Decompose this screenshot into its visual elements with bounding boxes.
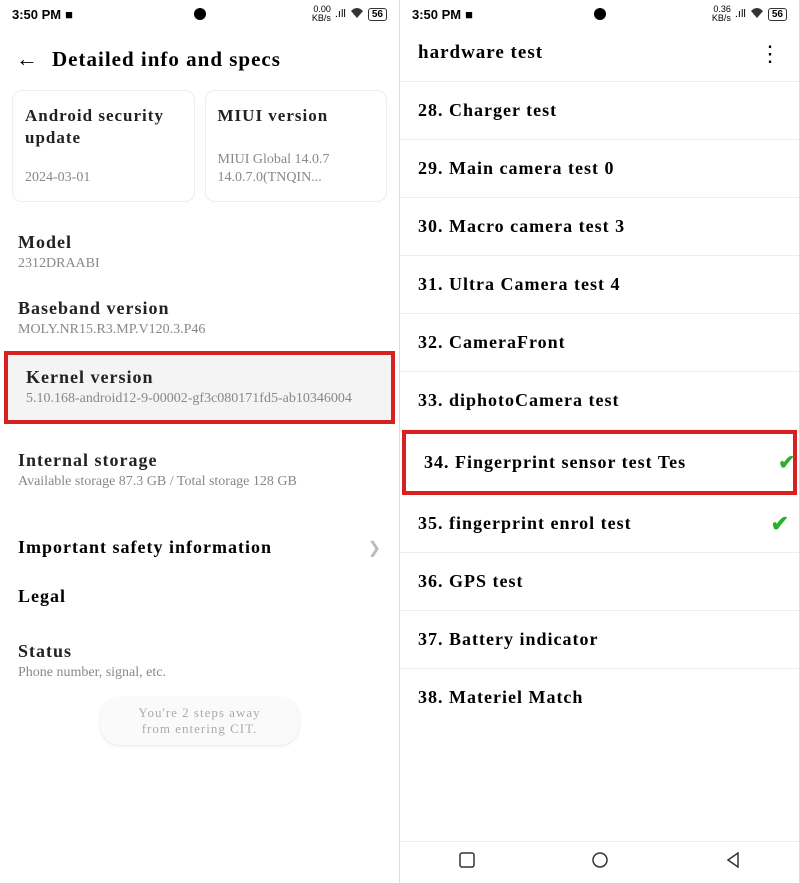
more-icon[interactable]: ⋮ [759,48,781,59]
status-right: 0.00 KB/s .ıll 56 [312,5,387,23]
android-nav-bar [400,841,799,883]
hw-title: hardware test [418,42,543,64]
nav-status[interactable]: Status Phone number, signal, etc. [0,631,399,694]
page-title: Detailed info and specs [52,47,281,72]
back-arrow-icon[interactable]: ← [16,46,38,72]
info-title: Baseband version [18,298,381,319]
hw-item-label: 28. Charger test [418,100,557,121]
status-right: 0.36 KB/s .ıll 56 [712,5,787,23]
hw-item-camera-front[interactable]: 32. CameraFront [400,314,799,372]
hw-item-battery[interactable]: 37. Battery indicator [400,611,799,669]
wifi-icon [350,7,364,22]
hw-item-fingerprint-enrol[interactable]: 35. fingerprint enrol test ✔ [400,495,799,553]
hw-item-label: 31. Ultra Camera test 4 [418,274,620,295]
card-value: 2024-03-01 [25,169,182,187]
hw-item-fingerprint-sensor[interactable]: 34. Fingerprint sensor test Tes ✔ [402,430,797,495]
camera-indicator-icon: ■ [65,7,73,22]
status-left: 3:50 PM ■ [412,7,473,22]
nav-legal[interactable]: Legal [0,576,399,631]
nav-title: Legal [18,586,66,607]
hw-item-macro-camera[interactable]: 30. Macro camera test 3 [400,198,799,256]
info-storage[interactable]: Internal storage Available storage 87.3 … [0,438,399,503]
hw-list: 28. Charger test 29. Main camera test 0 … [400,74,799,726]
hw-header: hardware test ⋮ [400,28,799,74]
card-row: Android security update 2024-03-01 MIUI … [0,82,399,210]
page-header: ← Detailed info and specs [0,28,399,82]
check-icon: ✔ [771,511,789,537]
info-value: Phone number, signal, etc. [18,664,381,682]
card-value: MIUI Global 14.0.7 14.0.7.0(TNQIN... [218,151,375,187]
info-value: Available storage 87.3 GB / Total storag… [18,473,381,491]
hw-item-label: 32. CameraFront [418,332,566,353]
hw-item-label: 34. Fingerprint sensor test Tes [424,452,686,473]
status-time: 3:50 PM [12,7,61,22]
hw-item-label: 29. Main camera test 0 [418,158,614,179]
hw-item-diphoto-camera[interactable]: 33. diphotoCamera test [400,372,799,430]
info-baseband[interactable]: Baseband version MOLY.NR15.R3.MP.V120.3.… [0,286,399,351]
back-button[interactable] [726,852,740,873]
hw-item-label: 33. diphotoCamera test [418,390,619,411]
info-kernel[interactable]: Kernel version 5.10.168-android12-9-0000… [4,351,395,424]
data-speed: 0.00 KB/s [312,5,331,23]
card-security-update[interactable]: Android security update 2024-03-01 [12,90,195,202]
hw-item-label: 37. Battery indicator [418,629,598,650]
card-title: MIUI version [218,105,375,127]
battery-indicator: 56 [768,8,787,21]
camera-notch [594,8,606,20]
camera-notch [194,8,206,20]
camera-indicator-icon: ■ [465,7,473,22]
nav-safety[interactable]: Important safety information ❯ [0,519,399,576]
card-title: Android security update [25,105,182,149]
recent-apps-button[interactable] [459,852,475,873]
chevron-right-icon: ❯ [368,538,381,558]
hw-item-gps[interactable]: 36. GPS test [400,553,799,611]
wifi-icon [750,7,764,22]
hw-item-label: 38. Materiel Match [418,687,583,708]
home-button[interactable] [592,852,608,873]
info-title: Model [18,232,381,253]
status-left: 3:50 PM ■ [12,7,73,22]
data-speed: 0.36 KB/s [712,5,731,23]
nav-title: Important safety information [18,537,272,558]
info-model[interactable]: Model 2312DRAABI [0,220,399,285]
hw-item-materiel[interactable]: 38. Materiel Match [400,669,799,726]
info-value: MOLY.NR15.R3.MP.V120.3.P46 [18,321,381,339]
signal-icon: .ıll [735,8,746,20]
info-value: 2312DRAABI [18,255,381,273]
cit-toast: You're 2 steps away from entering CIT. [100,697,300,745]
hw-item-charger[interactable]: 28. Charger test [400,82,799,140]
info-title: Internal storage [18,450,381,471]
battery-indicator: 56 [368,8,387,21]
info-value: 5.10.168-android12-9-00002-gf3c080171fd5… [26,390,373,408]
signal-icon: .ıll [335,8,346,20]
info-title: Kernel version [26,367,373,388]
right-screen: 3:50 PM ■ 0.36 KB/s .ıll 56 hardware tes… [400,0,800,883]
info-title: Status [18,641,381,662]
status-time: 3:50 PM [412,7,461,22]
hw-item-main-camera[interactable]: 29. Main camera test 0 [400,140,799,198]
hw-item-label: 30. Macro camera test 3 [418,216,625,237]
left-screen: 3:50 PM ■ 0.00 KB/s .ıll 56 ← Detailed i… [0,0,400,883]
hw-item-label: 36. GPS test [418,571,524,592]
check-icon: ✔ [778,450,795,475]
hw-item-ultra-camera[interactable]: 31. Ultra Camera test 4 [400,256,799,314]
card-miui-version[interactable]: MIUI version MIUI Global 14.0.7 14.0.7.0… [205,90,388,202]
hw-item-label: 35. fingerprint enrol test [418,513,632,534]
